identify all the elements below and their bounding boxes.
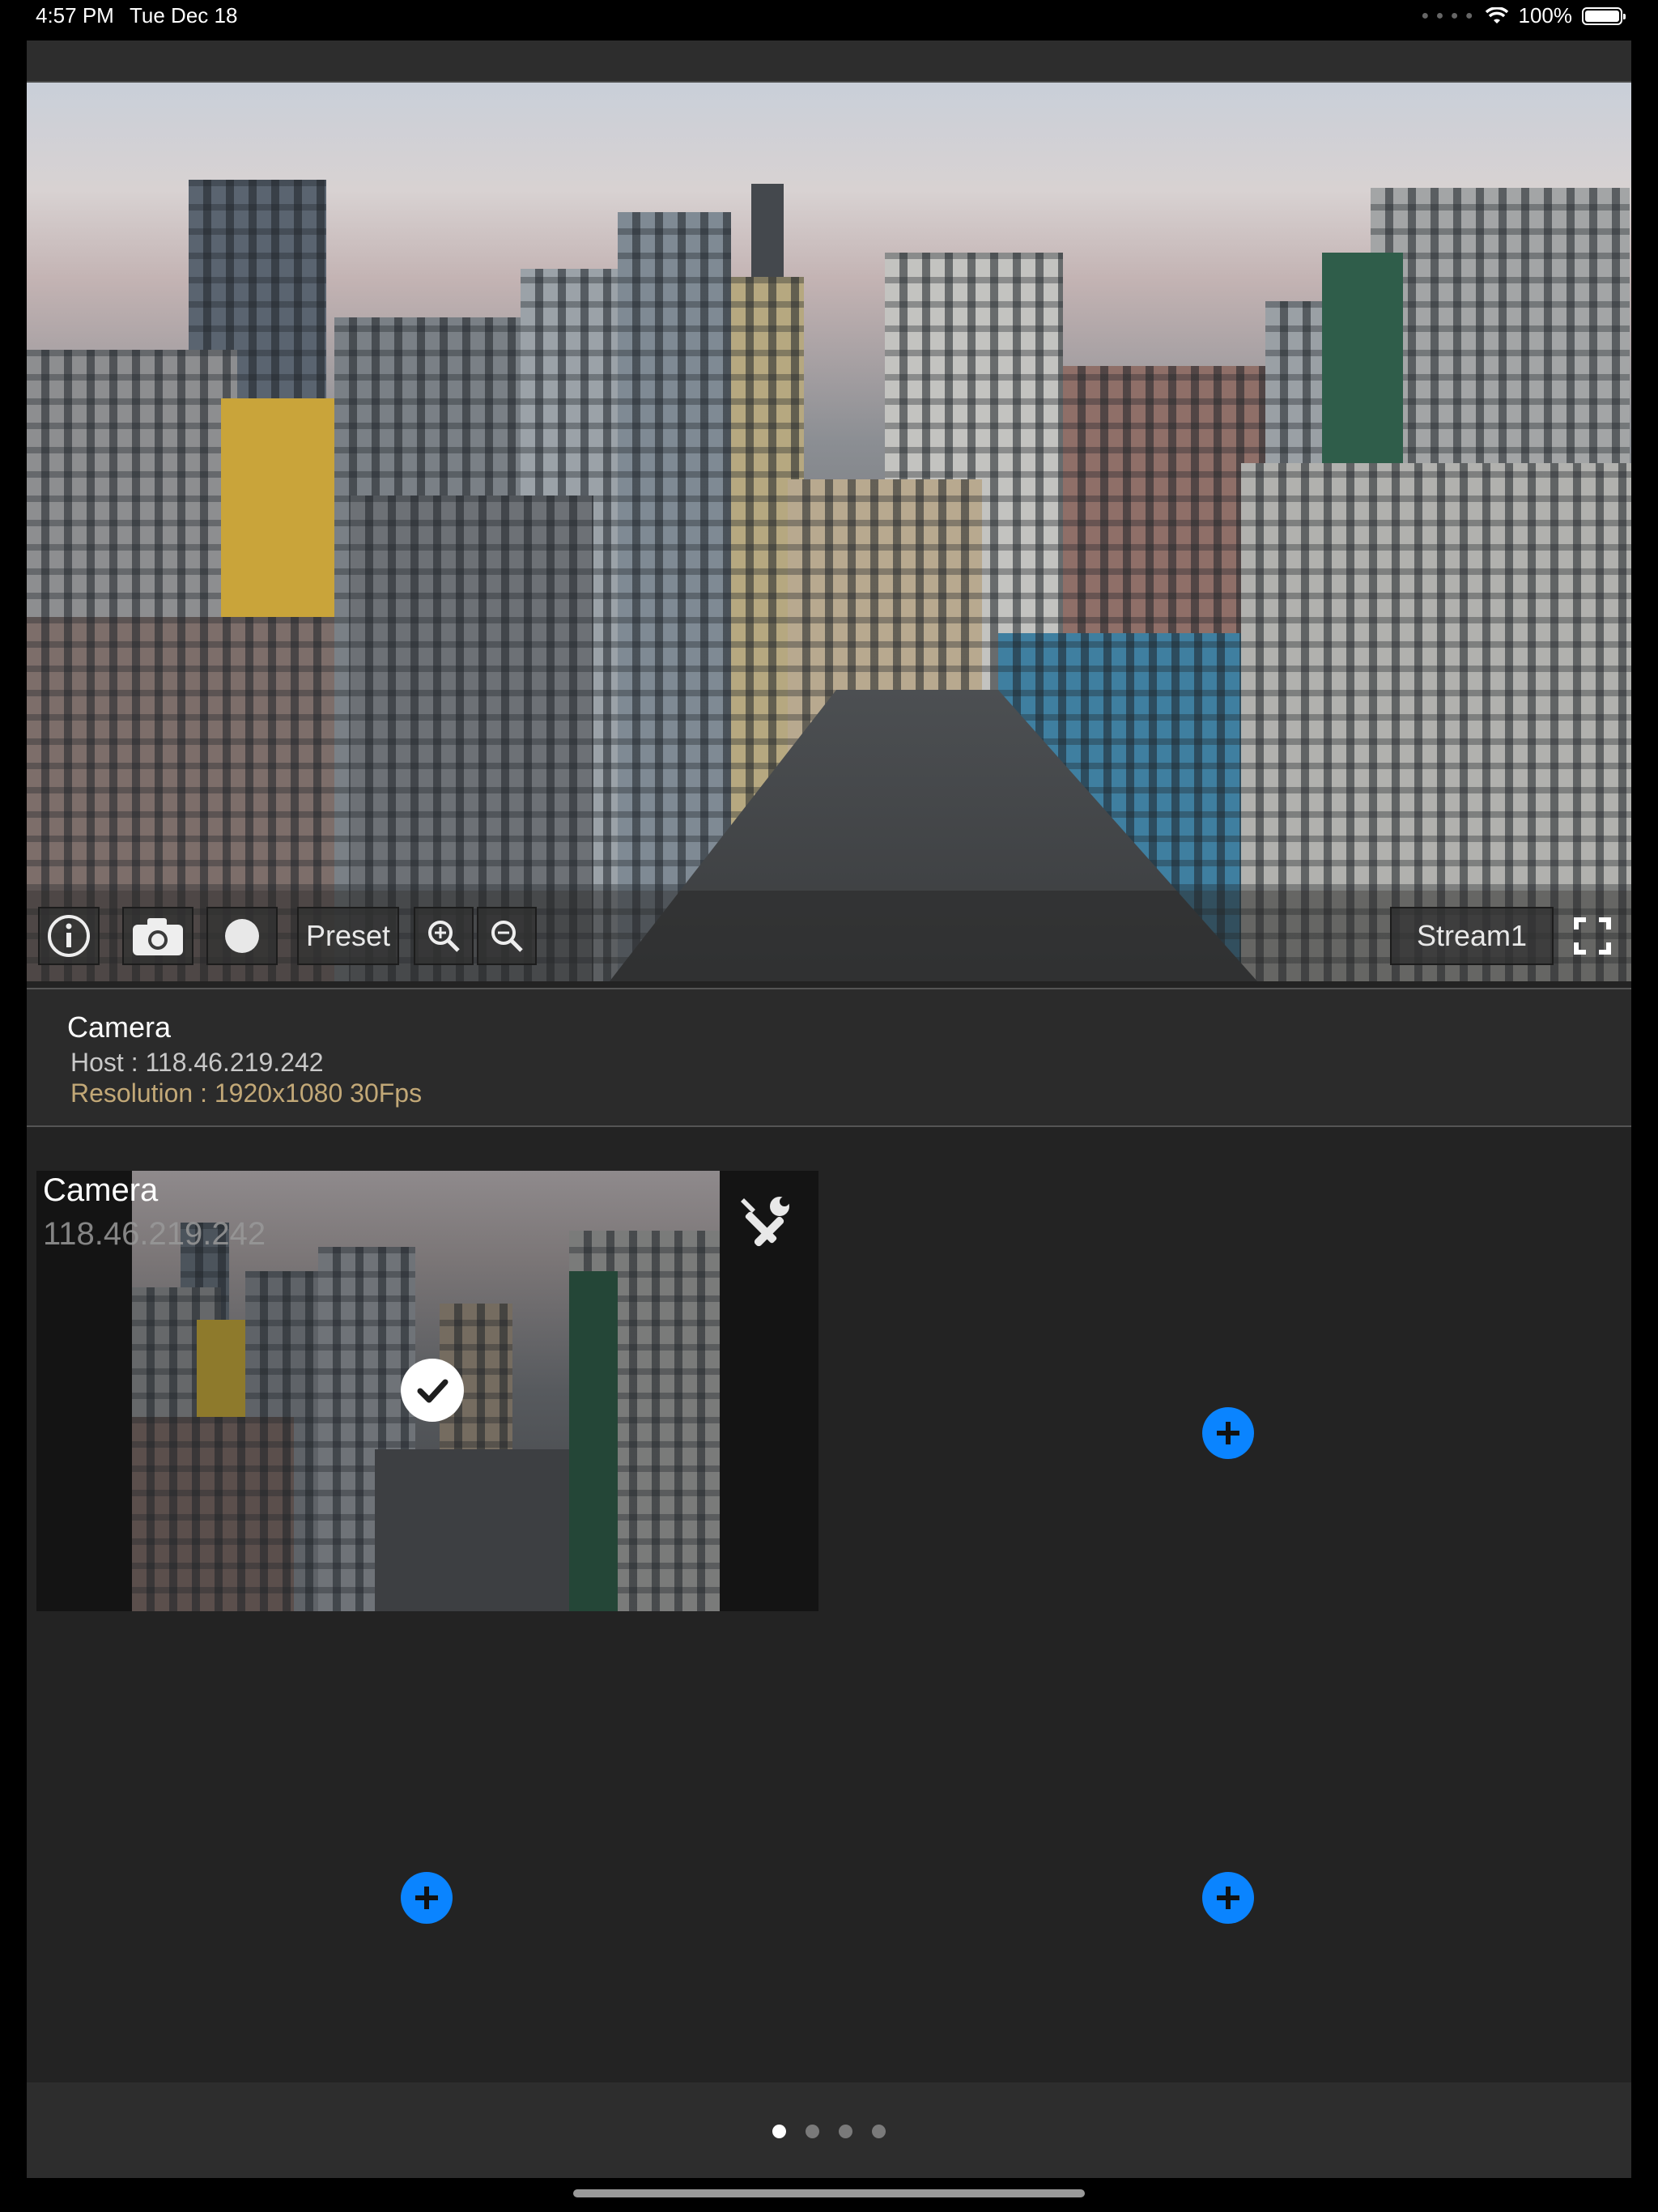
plus-icon <box>415 1887 438 1909</box>
fullscreen-icon <box>1574 917 1611 955</box>
camera-resolution: Resolution : 1920x1080 30Fps <box>70 1078 423 1108</box>
snapshot-button[interactable] <box>122 907 193 965</box>
record-icon <box>225 919 259 953</box>
camera-grid: Camera 118.46.219.242 <box>27 1159 1631 2082</box>
plus-icon <box>1217 1887 1239 1909</box>
info-icon <box>48 915 90 957</box>
camera-info-panel: Camera Host : 118.46.219.242 Resolution … <box>27 988 1631 1127</box>
wrench-screwdriver-icon <box>741 1197 789 1247</box>
app-window: Preset Stream1 Camera Host: 118.46.219.… <box>27 40 1631 2178</box>
live-video-view[interactable]: Preset Stream1 <box>27 83 1631 981</box>
zoom-out-icon <box>491 921 523 952</box>
camera-icon <box>133 918 183 955</box>
camera-host: Host : 118.46.219.242 <box>70 1048 324 1077</box>
signal-dots-icon: ● ● ● ● <box>1421 8 1475 23</box>
page-dot[interactable] <box>839 2125 852 2138</box>
battery-percent: 100% <box>1518 3 1573 28</box>
page-control[interactable] <box>27 2082 1631 2178</box>
add-camera-button[interactable] <box>401 1872 453 1924</box>
preset-button[interactable]: Preset <box>297 907 399 965</box>
add-camera-button[interactable] <box>1202 1407 1254 1459</box>
status-time: 4:57 PM <box>36 3 114 28</box>
selected-checkmark-icon <box>401 1359 464 1422</box>
tile-camera-host: 118.46.219.242 <box>43 1216 266 1252</box>
zoom-in-icon <box>428 921 460 952</box>
status-date: Tue Dec 18 <box>130 3 238 28</box>
page-dot[interactable] <box>806 2125 819 2138</box>
add-camera-button[interactable] <box>1202 1872 1254 1924</box>
page-dot[interactable] <box>772 2125 786 2138</box>
home-indicator[interactable] <box>573 2189 1085 2197</box>
camera-tile[interactable]: Camera 118.46.219.242 <box>36 1171 818 1611</box>
zoom-in-button[interactable] <box>414 907 474 965</box>
camera-name: Camera <box>67 1010 172 1044</box>
plus-icon <box>1217 1422 1239 1444</box>
tile-camera-name: Camera <box>43 1172 159 1208</box>
status-bar: 4:57 PM Tue Dec 18 ● ● ● ● 100% <box>0 0 1658 36</box>
info-button[interactable] <box>38 907 100 965</box>
wifi-icon <box>1485 6 1508 23</box>
stream-select-button[interactable]: Stream1 <box>1390 907 1554 965</box>
tile-settings-button[interactable] <box>733 1193 794 1255</box>
record-button[interactable] <box>206 907 278 965</box>
video-control-bar: Preset Stream1 <box>27 891 1631 981</box>
battery-icon <box>1582 6 1626 25</box>
zoom-out-button[interactable] <box>477 907 537 965</box>
fullscreen-button[interactable] <box>1563 907 1622 965</box>
page-dot[interactable] <box>872 2125 886 2138</box>
top-toolbar <box>27 40 1631 83</box>
